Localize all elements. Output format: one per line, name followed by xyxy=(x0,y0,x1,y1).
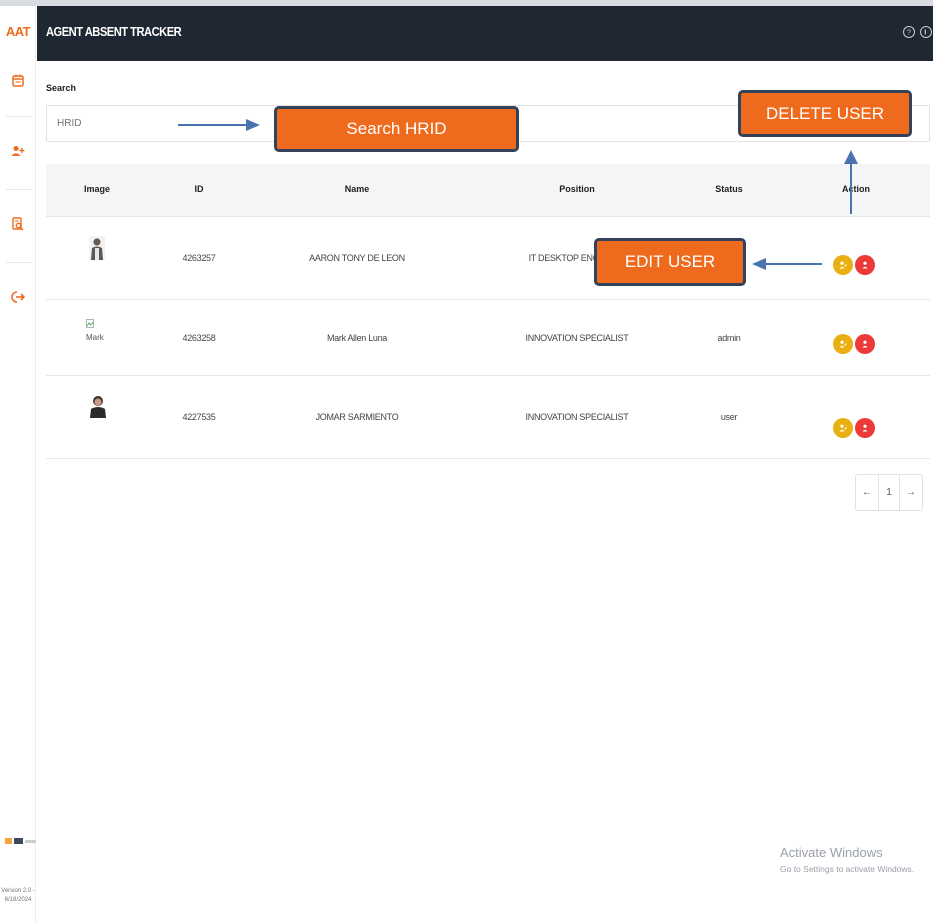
delete-user-icon xyxy=(862,424,868,432)
search-hrid-callout: Search HRID xyxy=(274,106,519,152)
broken-image-icon xyxy=(86,319,94,328)
edit-user-button[interactable] xyxy=(833,255,853,275)
arrow-to-edit-callout xyxy=(752,258,822,270)
table-header: Image ID Name Position Status Action xyxy=(46,164,930,217)
user-name: JOMAR SARMIENTO xyxy=(315,412,399,422)
column-header-image[interactable]: Image xyxy=(84,184,110,194)
watermark-subtitle: Go to Settings to activate Windows. xyxy=(780,864,915,874)
edit-user-button[interactable] xyxy=(833,418,853,438)
arrow-to-delete-callout xyxy=(844,150,858,214)
help-icon[interactable]: ? xyxy=(903,26,915,38)
logout-icon[interactable] xyxy=(10,289,26,305)
delete-user-callout: DELETE USER xyxy=(738,90,912,137)
next-page-button[interactable]: → xyxy=(900,475,922,510)
add-user-icon[interactable] xyxy=(10,143,26,159)
table-row: 4227535 JOMAR SARMIENTO INNOVATION SPECI… xyxy=(46,376,930,459)
company-logo xyxy=(2,838,36,844)
avatar-alt-text: Mark xyxy=(86,333,104,342)
edit-user-icon xyxy=(839,340,847,348)
user-id: 4263258 xyxy=(182,333,216,343)
arrow-to-search-callout xyxy=(178,119,260,131)
user-id: 4227535 xyxy=(182,412,216,422)
watermark-title: Activate Windows xyxy=(780,845,883,860)
main-content: Search Image ID Name Position Status Act… xyxy=(37,61,933,923)
edit-user-button[interactable] xyxy=(833,334,853,354)
report-search-icon[interactable] xyxy=(10,216,26,232)
top-header: AGENT ABSENT TRACKER ? xyxy=(37,6,933,61)
page-title: AGENT ABSENT TRACKER xyxy=(46,24,182,39)
activate-windows-watermark: Activate Windows Go to Settings to activ… xyxy=(780,845,914,874)
user-position: INNOVATION SPECIALIST xyxy=(525,412,629,422)
column-header-name[interactable]: Name xyxy=(345,184,370,194)
users-table: Image ID Name Position Status Action 426… xyxy=(46,164,930,459)
edit-user-icon xyxy=(839,261,847,269)
search-label: Search xyxy=(46,83,77,93)
user-name: Mark Allen Luna xyxy=(326,333,388,343)
user-avatar xyxy=(89,236,105,260)
table-row: Mark 4263258 Mark Allen Luna INNOVATION … xyxy=(46,300,930,376)
edit-user-icon xyxy=(839,424,847,432)
user-avatar xyxy=(89,394,107,418)
column-header-status[interactable]: Status xyxy=(715,184,743,194)
user-status: user xyxy=(720,412,738,422)
edit-user-callout: EDIT USER xyxy=(594,238,746,286)
user-position: INNOVATION SPECIALIST xyxy=(525,333,629,343)
delete-user-icon xyxy=(862,340,868,348)
pagination: ← 1 → xyxy=(855,474,923,511)
column-header-position[interactable]: Position xyxy=(559,184,595,194)
sidebar-divider xyxy=(6,116,32,117)
user-status: admin xyxy=(717,333,741,343)
calendar-icon[interactable] xyxy=(10,72,26,88)
version-label: Version 2.0 - 6/18/2024 xyxy=(1,888,35,903)
sidebar-divider xyxy=(6,189,32,190)
user-id: 4263257 xyxy=(182,253,216,263)
sidebar: AAT Version 2.0 - 6/18/2024 xyxy=(0,6,36,923)
page-number-button[interactable]: 1 xyxy=(878,475,900,510)
brand-logo[interactable]: AAT xyxy=(0,24,36,39)
user-avatar-broken-image: Mark xyxy=(86,315,110,342)
delete-user-button[interactable] xyxy=(855,255,875,275)
sidebar-divider xyxy=(6,262,32,263)
delete-user-button[interactable] xyxy=(855,334,875,354)
info-icon[interactable] xyxy=(920,26,932,38)
delete-user-icon xyxy=(862,261,868,269)
column-header-id[interactable]: ID xyxy=(195,184,204,194)
svg-text:?: ? xyxy=(907,30,911,37)
user-name: AARON TONY DE LEON xyxy=(309,253,405,263)
prev-page-button[interactable]: ← xyxy=(856,475,878,510)
delete-user-button[interactable] xyxy=(855,418,875,438)
